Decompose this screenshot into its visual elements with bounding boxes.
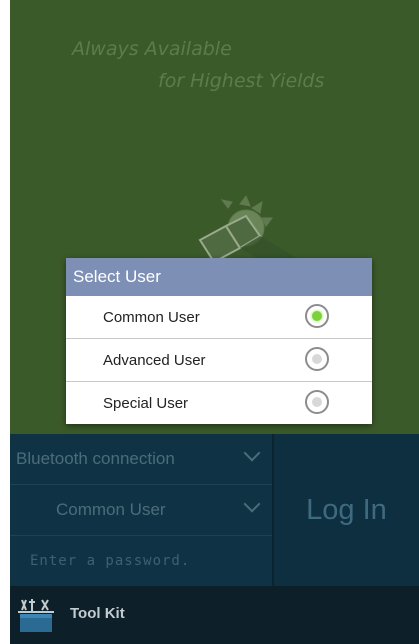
bottom-toolbar: Tool Kit bbox=[10, 586, 419, 644]
option-common-user[interactable]: Common User bbox=[66, 296, 372, 339]
chevron-down-icon bbox=[243, 444, 261, 462]
dialog-title: Select User bbox=[66, 258, 372, 296]
tagline-line1: Always Available bbox=[72, 38, 232, 60]
select-user-dialog: Select User Common User Advanced User Sp… bbox=[66, 258, 372, 424]
login-panel: Bluetooth connection Common User Log In bbox=[10, 434, 419, 586]
connection-label: Bluetooth connection bbox=[16, 449, 175, 468]
radio-selected-icon[interactable] bbox=[305, 304, 329, 328]
chevron-down-icon bbox=[243, 495, 261, 513]
radio-unselected-icon[interactable] bbox=[305, 390, 329, 414]
toolbox-icon[interactable] bbox=[16, 596, 56, 634]
connection-dropdown[interactable]: Bluetooth connection bbox=[10, 434, 272, 485]
password-row bbox=[10, 536, 272, 586]
option-advanced-user[interactable]: Advanced User bbox=[66, 339, 372, 382]
login-button[interactable]: Log In bbox=[274, 434, 419, 586]
app-screen: Always Available for Highest Yields Blue… bbox=[10, 0, 419, 644]
sun-solar-panel-logo-icon bbox=[198, 196, 310, 266]
tagline-line2: for Highest Yields bbox=[158, 70, 325, 92]
option-label: Special User bbox=[103, 394, 189, 412]
user-dropdown[interactable]: Common User bbox=[10, 485, 272, 536]
toolkit-label[interactable]: Tool Kit bbox=[70, 605, 125, 622]
option-label: Advanced User bbox=[103, 351, 206, 369]
login-form: Bluetooth connection Common User bbox=[10, 434, 272, 586]
option-special-user[interactable]: Special User bbox=[66, 382, 372, 424]
password-field[interactable] bbox=[30, 548, 260, 574]
user-label: Common User bbox=[56, 500, 166, 519]
option-label: Common User bbox=[103, 308, 200, 326]
radio-unselected-icon[interactable] bbox=[305, 347, 329, 371]
